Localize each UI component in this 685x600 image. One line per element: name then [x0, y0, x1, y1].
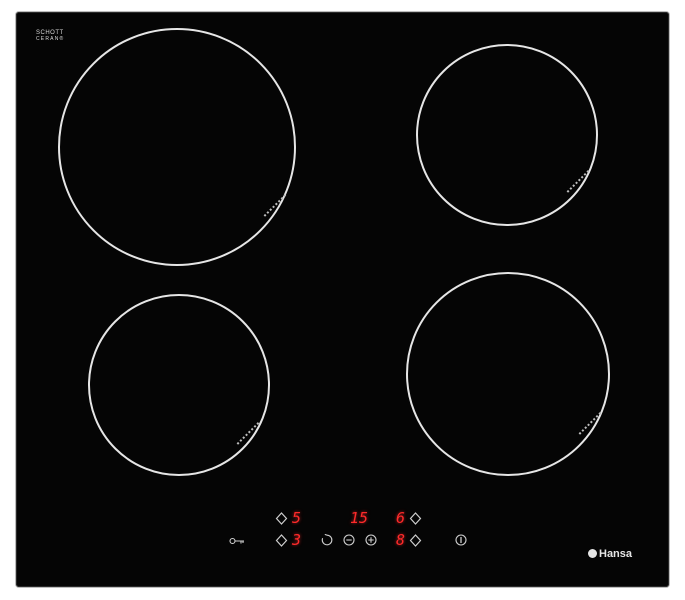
- power-icon[interactable]: [455, 534, 467, 546]
- timer-display: 15: [350, 509, 369, 527]
- schott-ceran-logo: SCHOTT CERAN®: [36, 30, 64, 42]
- cooking-zone-bottom-right: [406, 272, 610, 476]
- minus-icon[interactable]: [343, 534, 355, 546]
- induction-cooktop: SCHOTT CERAN® 5 3 15 6 8 Hansa: [16, 12, 669, 587]
- zone-select-icon[interactable]: [275, 534, 288, 547]
- brand-name: Hansa: [599, 548, 633, 560]
- brand-logo: Hansa: [588, 548, 632, 560]
- display-left-bottom: 3: [292, 531, 302, 549]
- hansa-dot-icon: [588, 549, 597, 558]
- cooking-zone-bottom-left: [88, 294, 270, 476]
- plus-icon[interactable]: [365, 534, 377, 546]
- zone-select-icon[interactable]: [409, 534, 422, 547]
- key-icon[interactable]: [229, 536, 245, 546]
- display-right-top: 6: [396, 509, 406, 527]
- display-right-bottom: 8: [396, 531, 406, 549]
- zone-select-icon[interactable]: [275, 512, 288, 525]
- display-left-top: 5: [292, 509, 302, 527]
- zone-select-icon[interactable]: [409, 512, 422, 525]
- cooking-zone-top-left: [58, 28, 296, 266]
- timer-icon[interactable]: [321, 534, 333, 546]
- cooking-zone-top-right: [416, 44, 598, 226]
- ceran-logo-text: CERAN®: [36, 36, 65, 42]
